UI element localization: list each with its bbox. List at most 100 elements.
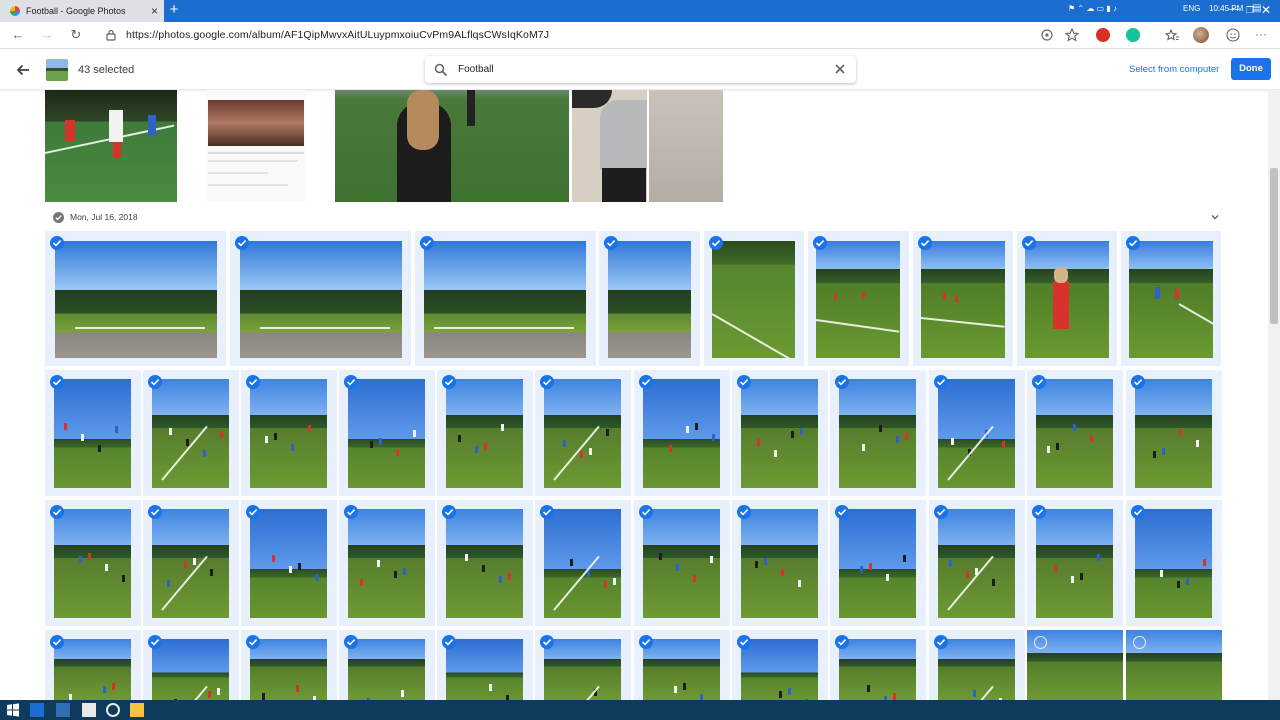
photo-tile-selected[interactable] [830,370,926,496]
photo-tile-selected[interactable] [830,500,926,626]
checkmark-icon[interactable] [540,375,554,389]
photo-tile-selected[interactable] [913,231,1013,366]
photo-tile-selected[interactable] [437,500,533,626]
forward-nav-icon[interactable]: → [38,26,56,44]
photo-tile-selected[interactable] [241,370,337,496]
search-box[interactable]: Football [425,56,856,83]
checkmark-icon[interactable] [934,505,948,519]
checkmark-icon[interactable] [442,375,456,389]
photo-tile-selected[interactable] [1017,231,1117,366]
profile-avatar[interactable] [1193,27,1209,43]
photo-tile-selected[interactable] [1121,231,1221,366]
checkmark-icon[interactable] [50,635,64,649]
checkmark-icon[interactable] [604,236,618,250]
more-menu-icon[interactable]: ··· [1253,26,1269,42]
photo-tile-selected[interactable] [732,500,828,626]
photo-thumbnail[interactable] [649,90,723,202]
photo-tile-selected[interactable] [437,370,533,496]
photo-tile-selected[interactable] [1027,370,1123,496]
photo-tile-selected[interactable] [634,500,730,626]
chevron-down-icon[interactable] [1210,212,1220,222]
checkmark-icon[interactable] [50,236,64,250]
photo-tile-selected[interactable] [45,231,226,366]
checkmark-icon[interactable] [737,635,751,649]
photo-tile[interactable] [1126,630,1222,700]
checkmark-icon[interactable] [148,505,162,519]
checkmark-icon[interactable] [50,505,64,519]
checkmark-icon[interactable] [148,635,162,649]
select-from-computer-link[interactable]: Select from computer [1129,64,1219,75]
browser-tab[interactable]: Football - Google Photos × [0,0,164,22]
photo-tile-selected[interactable] [415,231,596,366]
checkmark-icon[interactable] [639,635,653,649]
photo-tile-selected[interactable] [241,630,337,700]
select-circle-icon[interactable] [1034,636,1047,649]
photo-tile[interactable] [1027,630,1123,700]
photo-tile-selected[interactable] [535,500,631,626]
select-all-check-icon[interactable] [53,211,64,223]
checkmark-icon[interactable] [1022,236,1036,250]
select-circle-icon[interactable] [1133,636,1146,649]
photo-thumbnail[interactable] [572,90,647,202]
checkmark-icon[interactable] [1032,375,1046,389]
checkmark-icon[interactable] [540,635,554,649]
edge-taskbar-icon[interactable] [30,703,44,717]
tab-close-icon[interactable]: × [151,3,158,19]
extension-grammarly-icon[interactable] [1126,28,1140,42]
emoji-feedback-icon[interactable] [1225,27,1241,43]
photo-tile-selected[interactable] [929,630,1025,700]
collections-icon[interactable] [1164,27,1180,43]
checkmark-icon[interactable] [235,236,249,250]
tracking-icon[interactable] [1040,28,1054,42]
photo-tile-selected[interactable] [704,231,804,366]
photo-tile-selected[interactable] [241,500,337,626]
new-tab-button[interactable]: + [166,2,182,18]
checkmark-icon[interactable] [344,635,358,649]
date-header[interactable]: Mon, Jul 16, 2018 [53,210,138,224]
checkmark-icon[interactable] [540,505,554,519]
refresh-icon[interactable]: ↻ [67,26,85,44]
checkmark-icon[interactable] [442,505,456,519]
photo-thumbnail[interactable] [335,90,569,202]
back-arrow-icon[interactable] [14,61,32,79]
checkmark-icon[interactable] [1131,505,1145,519]
address-bar[interactable]: https://photos.google.com/album/AF1QipMw… [100,25,1090,45]
checkmark-icon[interactable] [835,375,849,389]
checkmark-icon[interactable] [148,375,162,389]
photos-taskbar-icon[interactable] [56,703,70,717]
checkmark-icon[interactable] [246,635,260,649]
checkmark-icon[interactable] [709,236,723,250]
photo-tile-selected[interactable] [45,370,141,496]
photo-tile-selected[interactable] [535,630,631,700]
clear-search-icon[interactable] [833,62,847,76]
photo-tile-selected[interactable] [929,370,1025,496]
photo-thumbnail[interactable] [206,90,306,202]
photo-tile-selected[interactable] [1027,500,1123,626]
photo-tile-selected[interactable] [535,370,631,496]
scrollbar-thumb[interactable] [1270,168,1278,324]
checkmark-icon[interactable] [246,505,260,519]
photo-tile-selected[interactable] [808,231,909,366]
checkmark-icon[interactable] [918,236,932,250]
photo-tile-selected[interactable] [1126,370,1222,496]
photo-tile-selected[interactable] [634,370,730,496]
tray-icons[interactable]: ⚑ ⌃ ☁ ▭ ▮ ♪ [1068,4,1117,13]
favorite-star-icon[interactable] [1064,27,1080,43]
checkmark-icon[interactable] [934,635,948,649]
checkmark-icon[interactable] [442,635,456,649]
checkmark-icon[interactable] [1131,375,1145,389]
checkmark-icon[interactable] [813,236,827,250]
photo-tile-selected[interactable] [599,231,700,366]
taskbar-clock[interactable]: 10:45 PM [1209,4,1243,13]
notepad-taskbar-icon[interactable] [82,703,96,717]
photo-tile-selected[interactable] [45,630,141,700]
checkmark-icon[interactable] [344,375,358,389]
photo-thumbnail[interactable] [45,90,177,202]
search-input[interactable]: Football [458,64,494,75]
photo-tile-selected[interactable] [732,370,828,496]
checkmark-icon[interactable] [246,375,260,389]
extension-adblock-icon[interactable] [1096,28,1110,42]
checkmark-icon[interactable] [1126,236,1140,250]
photo-tile-selected[interactable] [230,231,411,366]
photo-tile-selected[interactable] [45,500,141,626]
